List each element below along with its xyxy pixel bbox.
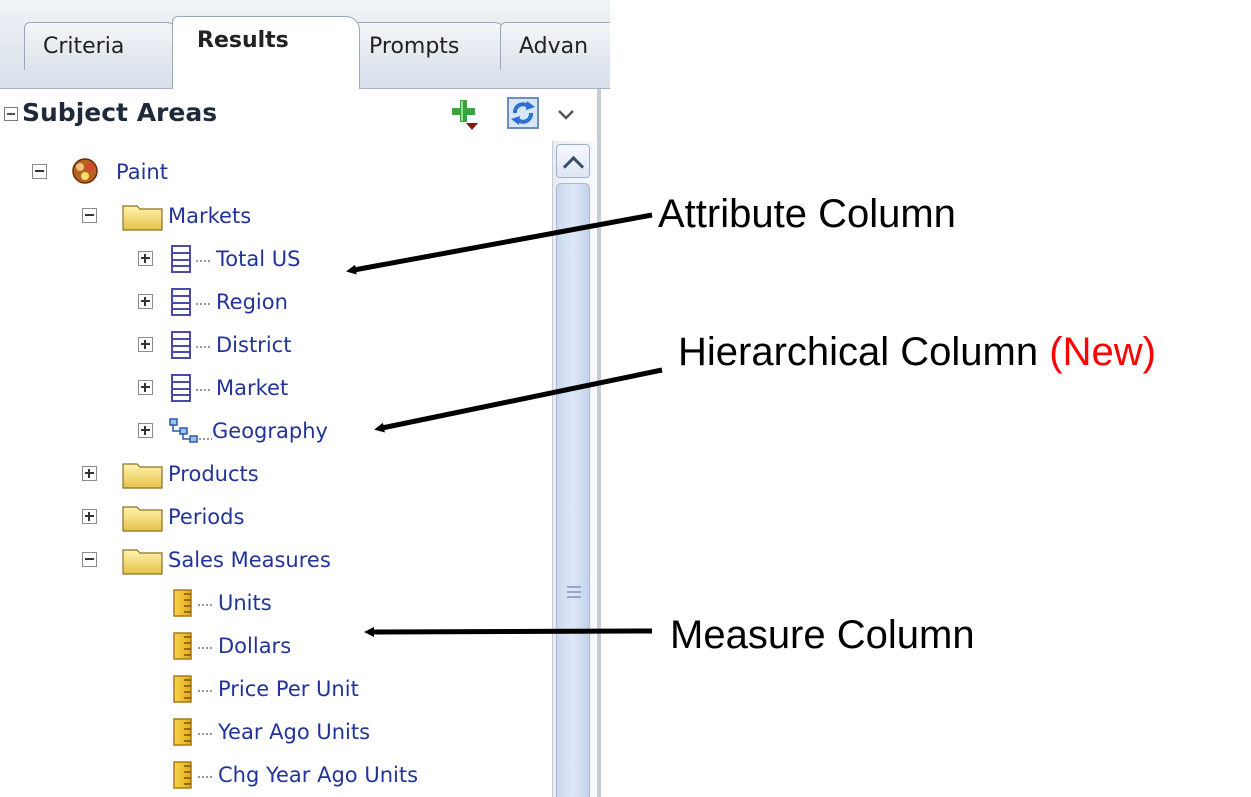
expand-toggle[interactable] [138, 423, 153, 438]
panel-divider [597, 89, 601, 797]
tab-criteria[interactable]: Criteria [24, 22, 180, 70]
tree-connector [198, 604, 212, 608]
attribute-column-icon [171, 245, 191, 273]
tree-label: Region [216, 290, 288, 314]
attribute-column-icon [171, 374, 191, 402]
subject-area-icon [72, 158, 98, 184]
folder-icon [122, 205, 163, 231]
folder-markets[interactable]: Markets [0, 197, 400, 235]
vertical-scrollbar[interactable] [552, 141, 595, 797]
annotation-hierarchical-column: Hierarchical Column (New) [678, 330, 1156, 375]
collapse-toggle[interactable] [82, 552, 97, 567]
hierarchy-column-icon [169, 418, 212, 443]
expand-toggle[interactable] [138, 380, 153, 395]
tree-label: Periods [168, 505, 245, 529]
expand-toggle[interactable] [82, 466, 97, 481]
tab-results[interactable]: Results [172, 16, 360, 89]
folder-icon [122, 549, 163, 575]
tree-connector [196, 303, 210, 307]
tree-node-paint[interactable]: Paint [0, 153, 400, 191]
refresh-icon[interactable] [505, 95, 545, 131]
scroll-up-button[interactable] [556, 144, 590, 178]
tree-connector [198, 690, 212, 694]
tree-label: Chg Year Ago Units [218, 763, 419, 787]
tree-label: Geography [212, 419, 328, 443]
expand-toggle[interactable] [138, 251, 153, 266]
tree-connector [196, 346, 210, 350]
tree-label: Dollars [218, 634, 292, 658]
measure-column-units[interactable]: Units [0, 584, 420, 622]
measure-column-chg-year-ago-units[interactable]: Chg Year Ago Units [0, 756, 440, 794]
collapse-toggle[interactable] [32, 164, 47, 179]
expand-toggle[interactable] [82, 509, 97, 524]
hierarchical-column-geography[interactable]: Geography [0, 412, 400, 450]
subject-areas-panel: Criteria Prompts Advan Results Subject A… [0, 0, 610, 797]
folder-products[interactable]: Products [0, 455, 400, 493]
tree-connector [198, 776, 212, 780]
tree-label: Market [216, 376, 289, 400]
scroll-grip-icon [567, 586, 581, 600]
add-icon[interactable] [449, 97, 479, 131]
annotation-hierarchical-text: Hierarchical Column [678, 330, 1039, 374]
tab-advanced[interactable]: Advan [500, 22, 610, 70]
attribute-column-icon [171, 288, 191, 316]
attribute-column-icon [171, 331, 191, 359]
tree-connector [196, 389, 210, 393]
tree-label: Paint [116, 160, 168, 184]
expand-toggle[interactable] [138, 294, 153, 309]
collapse-toggle[interactable] [82, 208, 97, 223]
folder-icon [122, 463, 163, 489]
measure-column-icon [173, 718, 192, 746]
attribute-column-market[interactable]: Market [0, 369, 400, 407]
measure-column-icon [173, 632, 192, 660]
scroll-thumb[interactable] [556, 183, 590, 797]
tree-label: Sales Measures [168, 548, 331, 572]
annotation-attribute-column: Attribute Column [658, 192, 956, 236]
tree-label: District [216, 333, 292, 357]
tree-connector [196, 260, 210, 264]
measure-column-dollars[interactable]: Dollars [0, 627, 420, 665]
expand-toggle[interactable] [138, 337, 153, 352]
attribute-column-total-us[interactable]: Total US [0, 240, 400, 278]
collapse-subject-areas-toggle[interactable] [4, 107, 18, 121]
subject-areas-title: Subject Areas [22, 98, 218, 127]
subject-area-tree: Paint Markets Total US Region District M… [0, 141, 552, 797]
tree-connector [198, 647, 212, 651]
attribute-column-region[interactable]: Region [0, 283, 400, 321]
measure-column-icon [173, 761, 192, 789]
measure-column-year-ago-units[interactable]: Year Ago Units [0, 713, 420, 751]
measure-column-icon [173, 589, 192, 617]
tree-label: Products [168, 462, 259, 486]
annotation-measure-column: Measure Column [670, 613, 975, 657]
tree-label: Price Per Unit [218, 677, 359, 701]
tree-label: Units [218, 591, 272, 615]
new-tag: (New) [1049, 330, 1156, 374]
tree-label: Markets [168, 204, 252, 228]
chevron-down-icon[interactable] [555, 104, 577, 124]
folder-sales-measures[interactable]: Sales Measures [0, 541, 400, 579]
tree-connector [198, 733, 212, 737]
attribute-column-district[interactable]: District [0, 326, 400, 364]
tree-label: Total US [216, 247, 301, 271]
folder-icon [122, 506, 163, 532]
tab-prompts[interactable]: Prompts [350, 22, 508, 70]
measure-column-price-per-unit[interactable]: Price Per Unit [0, 670, 420, 708]
tree-label: Year Ago Units [218, 720, 371, 744]
measure-column-icon [173, 675, 192, 703]
folder-periods[interactable]: Periods [0, 498, 400, 536]
tab-strip: Criteria Prompts Advan Results [0, 0, 610, 89]
